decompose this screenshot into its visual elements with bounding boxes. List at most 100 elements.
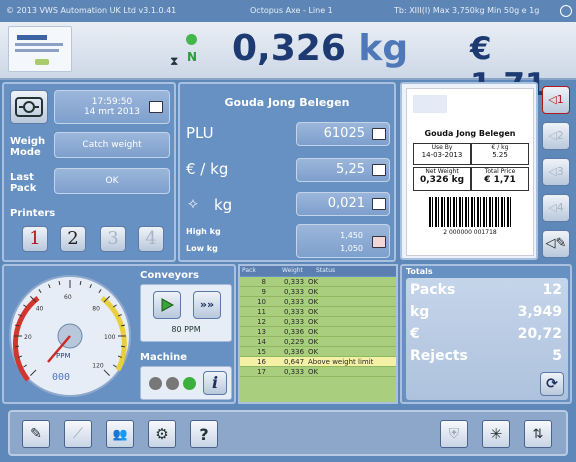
production-panel: 20 40 60 80 100 120 PPM 000 Conveyors »» 80 P… xyxy=(2,264,236,404)
plu-label: PLU xyxy=(186,124,214,142)
gauge-tick-label: 100 xyxy=(104,334,116,341)
cell-pack: 15 xyxy=(257,348,266,356)
label-tp-label: Total Price xyxy=(484,168,516,175)
io-button[interactable]: ⇅ xyxy=(524,420,552,448)
machine-info-button[interactable]: i xyxy=(203,371,227,395)
table-row[interactable]: 13 0,336 OK xyxy=(240,327,396,337)
label-barcode-number: 2 000000 001718 xyxy=(443,229,497,236)
table-row[interactable]: 12 0,333 OK xyxy=(240,317,396,327)
cell-weight: 0,333 xyxy=(284,368,305,376)
hourglass-icon: ⧗ xyxy=(170,54,179,68)
label-ppk-value: 5.25 xyxy=(492,151,508,159)
gear-icon: ⚙ xyxy=(155,425,169,443)
scale-status: Tb: XIII(I) Max 3,750kg Min 50g e 1g xyxy=(394,6,540,15)
low-limit-label: Low kg xyxy=(186,244,218,253)
tare-set-icon xyxy=(372,198,386,210)
cell-pack: 8 xyxy=(261,278,266,286)
gauge-readout: 000 xyxy=(52,372,71,383)
gauge-unit: PPM xyxy=(56,352,71,360)
copyright-text: © 2013 VWS Automation UK Ltd v3.1.0.41 xyxy=(6,6,177,15)
cell-pack: 12 xyxy=(257,318,266,326)
printer-3-button[interactable]: 3 xyxy=(100,226,126,252)
network-icon: ✳ xyxy=(489,425,503,443)
product-panel: Gouda Jong Belegen PLU 61025 € / kg 5,25… xyxy=(178,82,396,262)
users-button[interactable]: 👥 xyxy=(106,420,134,448)
cell-weight: 0,333 xyxy=(284,278,305,286)
tare-label: kg xyxy=(214,196,233,214)
label-use-by-box: Use By 14-03-2013 xyxy=(413,143,471,165)
table-row[interactable]: 9 0,333 OK xyxy=(240,287,396,297)
zero-indicator-icon xyxy=(186,34,197,45)
machine-led-3 xyxy=(183,377,196,390)
machine-name: Octopus Axe - Line 1 xyxy=(250,6,333,15)
gauge-tick-label: 20 xyxy=(24,334,32,341)
title-bar: © 2013 VWS Automation UK Ltd v3.1.0.41 O… xyxy=(0,0,576,22)
col-weight: Weight xyxy=(282,267,303,274)
zero-button[interactable] xyxy=(10,90,48,124)
calibrate-button[interactable]: ⟋ xyxy=(64,420,92,448)
gauge-tick-label: 120 xyxy=(92,362,104,369)
label-edit-button[interactable]: ◁✎ xyxy=(542,230,570,258)
conveyor-start-button[interactable] xyxy=(153,291,181,319)
printer-4-button[interactable]: 4 xyxy=(138,226,164,252)
cell-pack: 17 xyxy=(257,368,266,376)
low-limit-value: 1,050 xyxy=(340,244,363,253)
help-button[interactable]: ? xyxy=(190,420,218,448)
play-icon xyxy=(161,298,174,312)
cell-status: OK xyxy=(308,318,319,326)
cell-weight: 0,647 xyxy=(284,358,305,366)
edit-product-button[interactable]: ✎ xyxy=(22,420,50,448)
cell-weight: 0,333 xyxy=(284,308,305,316)
security-button[interactable]: ⛨ xyxy=(440,420,468,448)
table-row[interactable]: 15 0,336 OK xyxy=(240,347,396,357)
machine-led-1 xyxy=(149,377,162,390)
reset-totals-button[interactable]: ⟳ xyxy=(540,372,564,396)
label-3-button[interactable]: ◁3 xyxy=(542,158,570,186)
bottom-toolbar: ✎ ⟋ 👥 ⚙ ? ⛨ ✳ ⇅ xyxy=(8,410,568,456)
cell-pack: 14 xyxy=(257,338,266,346)
label-1-button[interactable]: ◁1 xyxy=(542,86,570,114)
conveyors-label: Conveyors xyxy=(140,270,199,281)
cell-status: OK xyxy=(308,348,319,356)
printers-label: Printers xyxy=(10,208,56,219)
label-tp-value: € 1,71 xyxy=(484,175,516,185)
weigh-mode-field[interactable]: Catch weight xyxy=(54,132,170,158)
rejects-label: Rejects xyxy=(410,348,468,364)
datetime-field[interactable]: 17:59:50 14 mrt 2013 xyxy=(54,90,170,124)
network-button[interactable]: ✳ xyxy=(482,420,510,448)
table-row[interactable]: 17 0,333 OK xyxy=(240,367,396,377)
packs-value: 12 xyxy=(542,282,562,298)
label-use-by-label: Use By xyxy=(431,144,453,151)
power-icon[interactable] xyxy=(560,5,572,17)
cell-pack: 16 xyxy=(257,358,266,366)
table-row[interactable]: 16 0,647 Above weight limit xyxy=(240,357,396,367)
settings-button[interactable]: ⚙ xyxy=(148,420,176,448)
label-ppk-box: € / kg 5.25 xyxy=(471,143,529,165)
label-3-number: 3 xyxy=(556,165,564,178)
io-switch-icon: ⇅ xyxy=(532,426,544,442)
conveyor-controls: »» 80 PPM xyxy=(140,284,232,342)
table-row[interactable]: 14 0,229 OK xyxy=(240,337,396,347)
conveyor-speed-button[interactable]: »» xyxy=(193,291,221,319)
calendar-icon xyxy=(149,101,163,113)
pack-table[interactable]: 8 0,333 OK 9 0,333 OK 10 0,333 OK 11 0,333 OK 12 0,33… xyxy=(240,277,396,402)
table-row[interactable]: 8 0,333 OK xyxy=(240,277,396,287)
table-row[interactable]: 11 0,333 OK xyxy=(240,307,396,317)
net-indicator: N xyxy=(187,50,198,64)
cell-pack: 10 xyxy=(257,298,266,306)
printer-1-button[interactable]: 1 xyxy=(22,226,48,252)
packs-label: Packs xyxy=(410,282,456,298)
label-paper: Gouda Jong Belegen Use By 14-03-2013 € /… xyxy=(406,88,534,256)
tare-icon: ⟡ xyxy=(188,194,198,212)
label-2-button[interactable]: ◁2 xyxy=(542,122,570,150)
cell-weight: 0,333 xyxy=(284,298,305,306)
label-buttons: ◁1 ◁2 ◁3 ◁4 ◁✎ xyxy=(542,86,572,260)
label-4-button[interactable]: ◁4 xyxy=(542,194,570,222)
label-nw-box: Net Weight 0,326 kg xyxy=(413,167,471,191)
col-status: Status xyxy=(316,267,336,274)
totals-box: Packs 12 kg 3,949 € 20,72 Rejects 5 ⟳ xyxy=(406,278,568,400)
high-limit-value: 1,450 xyxy=(340,231,363,240)
cell-status: OK xyxy=(308,288,319,296)
table-row[interactable]: 10 0,333 OK xyxy=(240,297,396,307)
printer-2-button[interactable]: 2 xyxy=(60,226,86,252)
